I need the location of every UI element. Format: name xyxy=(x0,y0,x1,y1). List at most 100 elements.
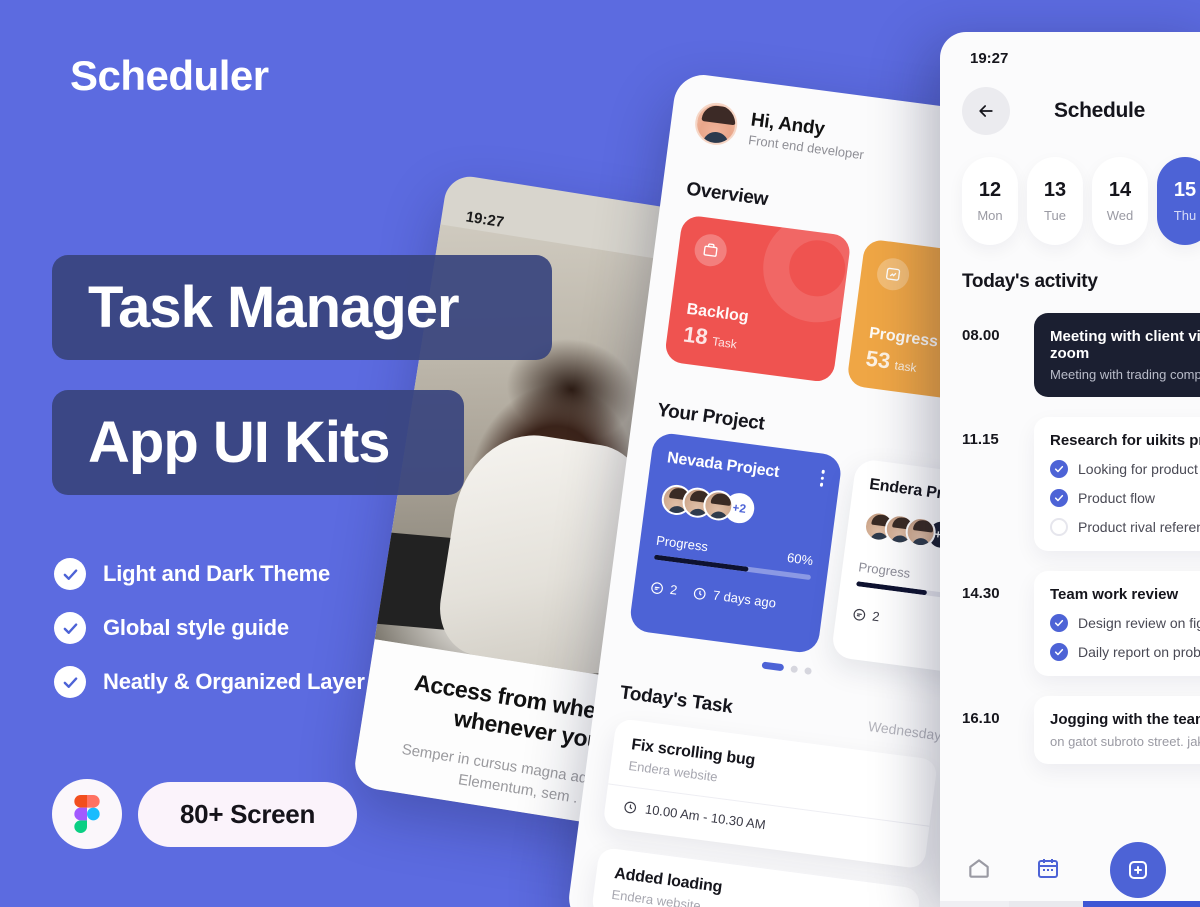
date-strip[interactable]: 12 Mon 13 Tue 14 Wed 15 Thu 16 Fri xyxy=(962,157,1200,245)
checkbox-checked-icon[interactable] xyxy=(1050,643,1068,661)
activity-title: Team work review xyxy=(1050,586,1179,603)
date-pill-14[interactable]: 14 Wed xyxy=(1092,157,1148,245)
figma-logo-icon xyxy=(52,779,122,849)
activity-title: Jogging with the team xyxy=(1050,711,1200,728)
activity-time: 11.15 xyxy=(962,431,999,448)
activity-time: 14.30 xyxy=(962,585,1000,602)
date-pill-15-selected[interactable]: 15 Thu xyxy=(1157,157,1200,245)
briefcase-icon xyxy=(692,232,729,269)
feature-item: Light and Dark Theme xyxy=(54,558,365,590)
headline-badge-app-ui-kits: App UI Kits xyxy=(52,390,464,495)
overview-card-unit: Task xyxy=(711,334,738,352)
poster-canvas: Scheduler 19:27 Access from wherever whe… xyxy=(0,0,1200,907)
pager-dot-active[interactable] xyxy=(761,661,785,672)
project-name: Nevada Project xyxy=(666,449,781,481)
photo-card-status-time: 19:27 xyxy=(464,208,506,232)
date-number: 12 xyxy=(978,179,1002,201)
progress-value: 60% xyxy=(786,549,814,569)
chart-icon xyxy=(875,256,912,293)
feature-label: Neatly & Organized Layer xyxy=(103,669,365,694)
screen-count-pill: 80+ Screen xyxy=(138,781,358,847)
pager-dot[interactable] xyxy=(804,667,812,675)
status-bar-time: 19:27 xyxy=(970,50,1009,67)
brand-title: Scheduler xyxy=(70,52,269,99)
headline-badge-task-manager: Task Manager xyxy=(52,255,552,360)
calendar-icon[interactable] xyxy=(1036,856,1060,885)
checklist-item[interactable]: Daily report on problems xyxy=(1050,643,1200,661)
headline-text-line1: Task Manager xyxy=(88,275,460,340)
date-day: Tue xyxy=(1044,208,1066,223)
footer-row: 80+ Screen xyxy=(52,779,358,849)
checklist-label: Product rival reference xyxy=(1078,519,1200,535)
progress-label: Progress xyxy=(655,532,709,555)
checkbox-checked-icon[interactable] xyxy=(1050,614,1068,632)
checkbox-unchecked-icon[interactable] xyxy=(1050,518,1068,536)
check-circle-icon xyxy=(54,666,86,698)
comment-count: 2 xyxy=(649,579,678,598)
date-number: 15 xyxy=(1173,179,1197,201)
schedule-header: Schedule xyxy=(962,87,1200,135)
feature-item: Global style guide xyxy=(54,612,365,644)
feature-label: Light and Dark Theme xyxy=(103,561,331,586)
projects-carousel[interactable]: Nevada Project +2 Progress 60% 2 7 days … xyxy=(628,431,1046,682)
overview-card-count: 53 xyxy=(864,345,892,374)
activity-row: 08.00 Meeting with client via zoom Meeti… xyxy=(962,313,1200,397)
task-time: 10.00 Am - 10.30 AM xyxy=(622,799,909,851)
bottom-navigation[interactable] xyxy=(940,833,1200,907)
activity-row: 11.15 Research for uikits project Lookin… xyxy=(962,417,1200,551)
activity-title: Research for uikits project xyxy=(1050,432,1200,449)
date-pill-12[interactable]: 12 Mon xyxy=(962,157,1018,245)
headline-text-line2: App UI Kits xyxy=(88,410,391,475)
project-card-nevada[interactable]: Nevada Project +2 Progress 60% 2 7 days … xyxy=(628,431,843,655)
activity-row: 16.10 Jogging with the team on gatot sub… xyxy=(962,696,1200,764)
checklist-label: Design review on figma xyxy=(1078,615,1200,631)
comment-count: 2 xyxy=(851,606,880,624)
checklist-item[interactable]: Product rival reference xyxy=(1050,518,1200,536)
checklist-label: Looking for product trend xyxy=(1078,461,1200,477)
date-pill-13[interactable]: 13 Tue xyxy=(1027,157,1083,245)
activity-section-title: Today's activity xyxy=(962,271,1098,292)
activity-card-jogging[interactable]: Jogging with the team on gatot subroto s… xyxy=(1034,696,1200,764)
activity-subtitle: Meeting with trading company xyxy=(1050,367,1200,382)
checkbox-checked-icon[interactable] xyxy=(1050,460,1068,478)
activity-time: 08.00 xyxy=(962,327,1000,344)
checkbox-checked-icon[interactable] xyxy=(1050,489,1068,507)
add-icon[interactable] xyxy=(1110,842,1166,898)
home-icon[interactable] xyxy=(966,855,992,886)
activity-time: 16.10 xyxy=(962,710,1000,727)
feature-label: Global style guide xyxy=(103,615,289,640)
member-avatars: +2 xyxy=(659,483,821,533)
date-day: Mon xyxy=(977,208,1003,223)
activity-card-teamwork[interactable]: Team work review Design review on figma … xyxy=(1034,571,1200,676)
feature-list: Light and Dark Theme Global style guide … xyxy=(54,558,365,720)
todays-task-title: Today's Task xyxy=(618,682,734,718)
pager-dot[interactable] xyxy=(790,665,799,674)
more-options-icon[interactable] xyxy=(819,469,825,487)
task-card[interactable]: Fix scrolling bug Endera website 10.00 A… xyxy=(602,717,939,870)
checklist-label: Product flow xyxy=(1078,490,1156,506)
checklist-label: Daily report on problems xyxy=(1078,644,1200,660)
todays-task-day: Wednesday xyxy=(867,717,943,744)
page-title: Schedule xyxy=(1054,99,1145,122)
date-number: 13 xyxy=(1043,179,1067,201)
date-day: Thu xyxy=(1173,208,1197,223)
check-circle-icon xyxy=(54,558,86,590)
activity-card-research[interactable]: Research for uikits project Looking for … xyxy=(1034,417,1200,551)
arrow-left-icon[interactable] xyxy=(962,87,1010,135)
overview-card-backlog[interactable]: Backlog 18 Task xyxy=(663,214,852,384)
schedule-screen-mockup: 19:27 Schedule 12 Mon 13 Tue 14 Wed 15 T… xyxy=(940,32,1200,907)
date-number: 14 xyxy=(1108,179,1132,201)
avatar xyxy=(692,100,740,148)
updated-time: 7 days ago xyxy=(692,585,777,611)
progress-label: Progress xyxy=(857,559,912,581)
checklist-item[interactable]: Product flow xyxy=(1050,489,1200,507)
date-day: Wed xyxy=(1106,208,1134,223)
check-circle-icon xyxy=(54,612,86,644)
activity-title: Meeting with client via zoom xyxy=(1050,328,1200,362)
checklist-item[interactable]: Looking for product trend xyxy=(1050,460,1200,478)
activity-row: 14.30 Team work review Design review on … xyxy=(962,571,1200,676)
overview-card-unit: task xyxy=(893,358,918,376)
activity-card-meeting[interactable]: Meeting with client via zoom Meeting wit… xyxy=(1034,313,1200,397)
feature-item: Neatly & Organized Layer xyxy=(54,666,365,698)
checklist-item[interactable]: Design review on figma xyxy=(1050,614,1200,632)
